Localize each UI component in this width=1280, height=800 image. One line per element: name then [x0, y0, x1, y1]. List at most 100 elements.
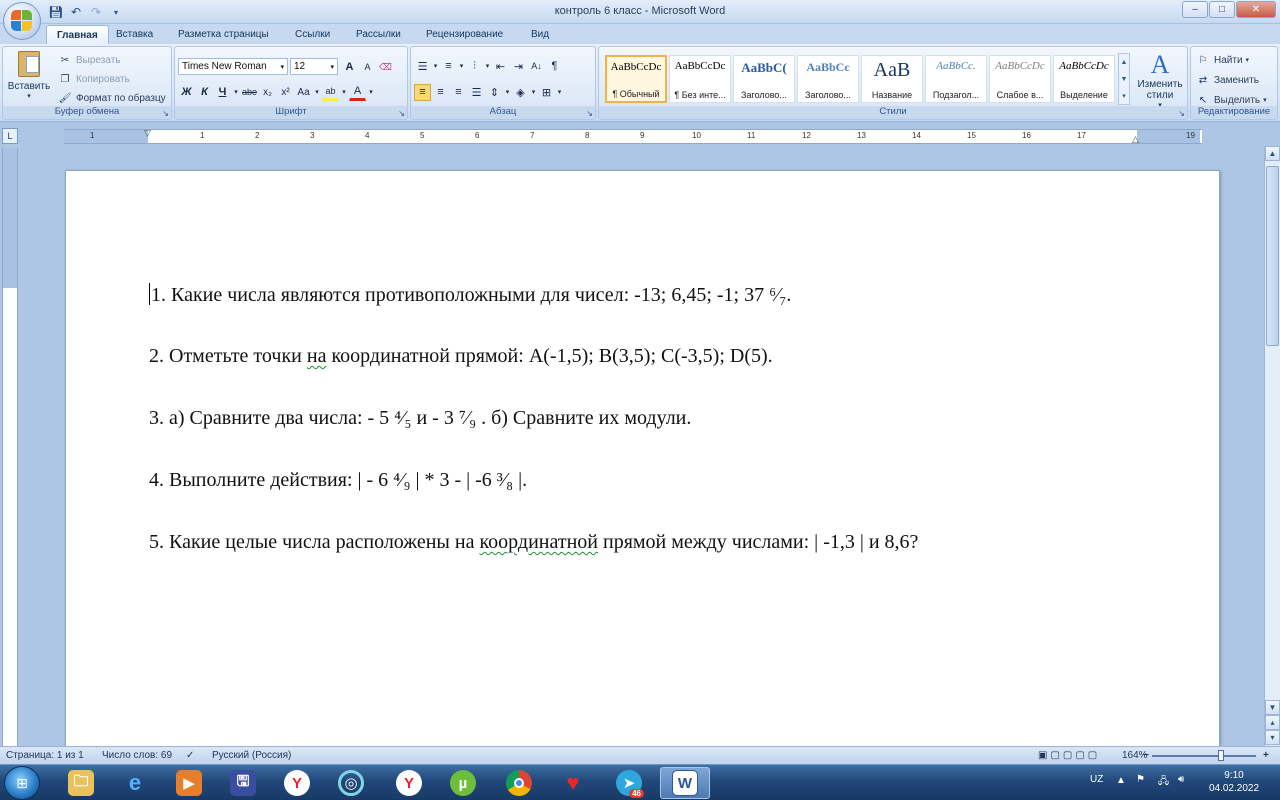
scroll-up-icon[interactable]: ▲ [1265, 146, 1280, 161]
document-body[interactable]: 1. Какие числа являются противоположными… [149, 283, 918, 593]
zoom-slider[interactable] [1152, 755, 1256, 757]
justify-icon[interactable]: ☰ [468, 84, 485, 101]
minimize-button[interactable]: – [1182, 1, 1208, 18]
style-subtle-emphasis[interactable]: AaBbCcDc Слабое в... [989, 55, 1051, 103]
font-size-select[interactable]: 12 ▾ [290, 58, 338, 75]
indent-marker-icon[interactable]: ▽ [144, 128, 151, 139]
font-color-button[interactable]: A [349, 84, 367, 101]
style-emphasis[interactable]: AaBbCcDc Выделение [1053, 55, 1115, 103]
underline-dropdown-icon[interactable]: ▾ [232, 84, 240, 101]
view-buttons[interactable]: ▣▢▢▢▢ [1038, 750, 1100, 761]
format-painter-button[interactable]: 🖌︎ Формат по образцу [57, 90, 166, 106]
cut-button[interactable]: ✂ Вырезать [57, 52, 121, 68]
volume-icon[interactable]: 🔊︎ [1178, 774, 1184, 785]
tab-page-layout[interactable]: Разметка страницы [168, 25, 279, 44]
style-title[interactable]: AaB Название [861, 55, 923, 103]
scroll-thumb[interactable] [1266, 166, 1279, 346]
taskbar-yandex-browser[interactable]: Y [384, 767, 434, 799]
tab-insert[interactable]: Вставка [106, 25, 163, 44]
spellcheck-icon[interactable]: ✓ [186, 750, 194, 761]
sort-icon[interactable]: A↓ [528, 58, 545, 75]
maximize-button[interactable]: □ [1209, 1, 1235, 18]
increase-indent-icon[interactable]: ⇥ [510, 58, 527, 75]
line-spacing-icon[interactable]: ⇕ [486, 84, 503, 101]
tray-expand-icon[interactable]: ▲ [1116, 775, 1126, 786]
style-heading-2[interactable]: AaBbCc Заголово... [797, 55, 859, 103]
chevron-down-icon[interactable]: ▾ [504, 84, 511, 101]
taskbar-chrome[interactable] [494, 767, 544, 799]
style-subtitle[interactable]: AaBbCc. Подзагол... [925, 55, 987, 103]
taskbar-explorer[interactable]: 🗀︎ [56, 767, 106, 799]
input-language[interactable]: UZ [1090, 774, 1103, 785]
superscript-button[interactable]: x² [277, 84, 294, 101]
dialog-launcher-icon[interactable]: ↘ [586, 109, 593, 118]
strikethrough-button[interactable]: abe [241, 84, 258, 101]
borders-icon[interactable]: ⊞ [538, 84, 555, 101]
clock[interactable]: 9:10 04.02.2022 [1196, 769, 1272, 795]
horizontal-ruler[interactable]: 1 1 2 3 4 5 6 7 8 9 10 11 12 13 14 15 16… [64, 128, 1202, 145]
highlight-button[interactable]: ab [322, 84, 340, 101]
chevron-down-icon[interactable]: ▾ [484, 58, 491, 75]
align-left-icon[interactable]: ≡ [414, 83, 431, 101]
underline-button[interactable]: Ч [214, 84, 231, 101]
align-right-icon[interactable]: ≡ [450, 84, 467, 101]
dialog-launcher-icon[interactable]: ↘ [398, 109, 405, 118]
chevron-down-icon[interactable]: ▾ [530, 84, 537, 101]
style-normal[interactable]: AaBbCcDc ¶ Обычный [605, 55, 667, 103]
taskbar-heart-app[interactable]: ♥ [548, 767, 598, 799]
right-indent-marker-icon[interactable]: △ [1132, 134, 1139, 145]
numbering-icon[interactable]: ≡ [440, 58, 457, 75]
start-button[interactable]: ⊞ [4, 766, 40, 800]
network-icon[interactable]: 🖧︎ [1158, 774, 1169, 791]
styles-scroll[interactable]: ▲ ▼ ▾ [1118, 53, 1130, 105]
italic-button[interactable]: К [196, 84, 213, 101]
taskbar-media-player[interactable]: ▶ [164, 767, 214, 799]
dialog-launcher-icon[interactable]: ↘ [1178, 109, 1185, 118]
chevron-down-icon[interactable]: ▾ [458, 58, 465, 75]
word-count[interactable]: Число слов: 69 [102, 750, 172, 761]
subscript-button[interactable]: x₂ [259, 84, 276, 101]
tab-references[interactable]: Ссылки [285, 25, 340, 44]
page-count[interactable]: Страница: 1 из 1 [6, 750, 84, 761]
show-marks-icon[interactable]: ¶ [546, 58, 563, 75]
tab-selector[interactable]: L [2, 128, 18, 144]
chevron-down-icon[interactable]: ▾ [313, 84, 321, 101]
taskbar-word[interactable]: W [660, 767, 710, 799]
taskbar-app-circle[interactable]: ◎ [326, 767, 376, 799]
grow-font-button[interactable]: A [341, 59, 358, 76]
change-case-button[interactable]: Aa [295, 84, 312, 101]
office-button[interactable] [3, 2, 41, 40]
bullets-icon[interactable]: ☰ [414, 58, 431, 75]
shrink-font-button[interactable]: A [359, 59, 376, 76]
tab-view[interactable]: Вид [521, 25, 559, 44]
tab-mailings[interactable]: Рассылки [346, 25, 411, 44]
replace-button[interactable]: ⇄ Заменить [1195, 72, 1259, 88]
chevron-down-icon[interactable]: ▾ [367, 84, 375, 101]
shading-icon[interactable]: ◈ [512, 84, 529, 101]
align-center-icon[interactable]: ≡ [432, 84, 449, 101]
action-center-icon[interactable]: ⚑ [1136, 774, 1145, 785]
clear-formatting-icon[interactable]: ⌫ [377, 59, 394, 76]
prev-page-icon[interactable]: ▴ [1265, 715, 1280, 730]
vertical-scrollbar[interactable]: ▲ ▼ ▴ ▾ [1264, 146, 1280, 746]
multilevel-list-icon[interactable]: ⫶ [466, 58, 483, 75]
vertical-ruler[interactable] [2, 148, 18, 746]
language-indicator[interactable]: Русский (Россия) [212, 750, 291, 761]
zoom-out-icon[interactable]: − [1143, 750, 1149, 761]
style-heading-1[interactable]: AaBbC( Заголово... [733, 55, 795, 103]
bold-button[interactable]: Ж [178, 84, 195, 101]
tab-review[interactable]: Рецензирование [416, 25, 513, 44]
close-button[interactable]: ✕ [1236, 1, 1276, 18]
change-styles-button[interactable]: A Изменить стили ▾ [1134, 51, 1186, 110]
font-family-select[interactable]: Times New Roman ▾ [178, 58, 288, 75]
taskbar-utorrent[interactable]: µ [438, 767, 488, 799]
decrease-indent-icon[interactable]: ⇤ [492, 58, 509, 75]
paste-button[interactable]: Вставить ▾ [7, 51, 51, 107]
taskbar-telegram[interactable]: ➤ 46 [604, 767, 654, 799]
document-page[interactable]: 1. Какие числа являются противоположными… [65, 170, 1220, 746]
chevron-down-icon[interactable]: ▾ [340, 84, 348, 101]
taskbar-save-app[interactable]: 🖫︎ [218, 767, 268, 799]
find-button[interactable]: ⚐ Найти ▾ [1195, 52, 1250, 68]
tab-home[interactable]: Главная [46, 25, 109, 44]
zoom-slider-thumb[interactable] [1218, 750, 1224, 761]
